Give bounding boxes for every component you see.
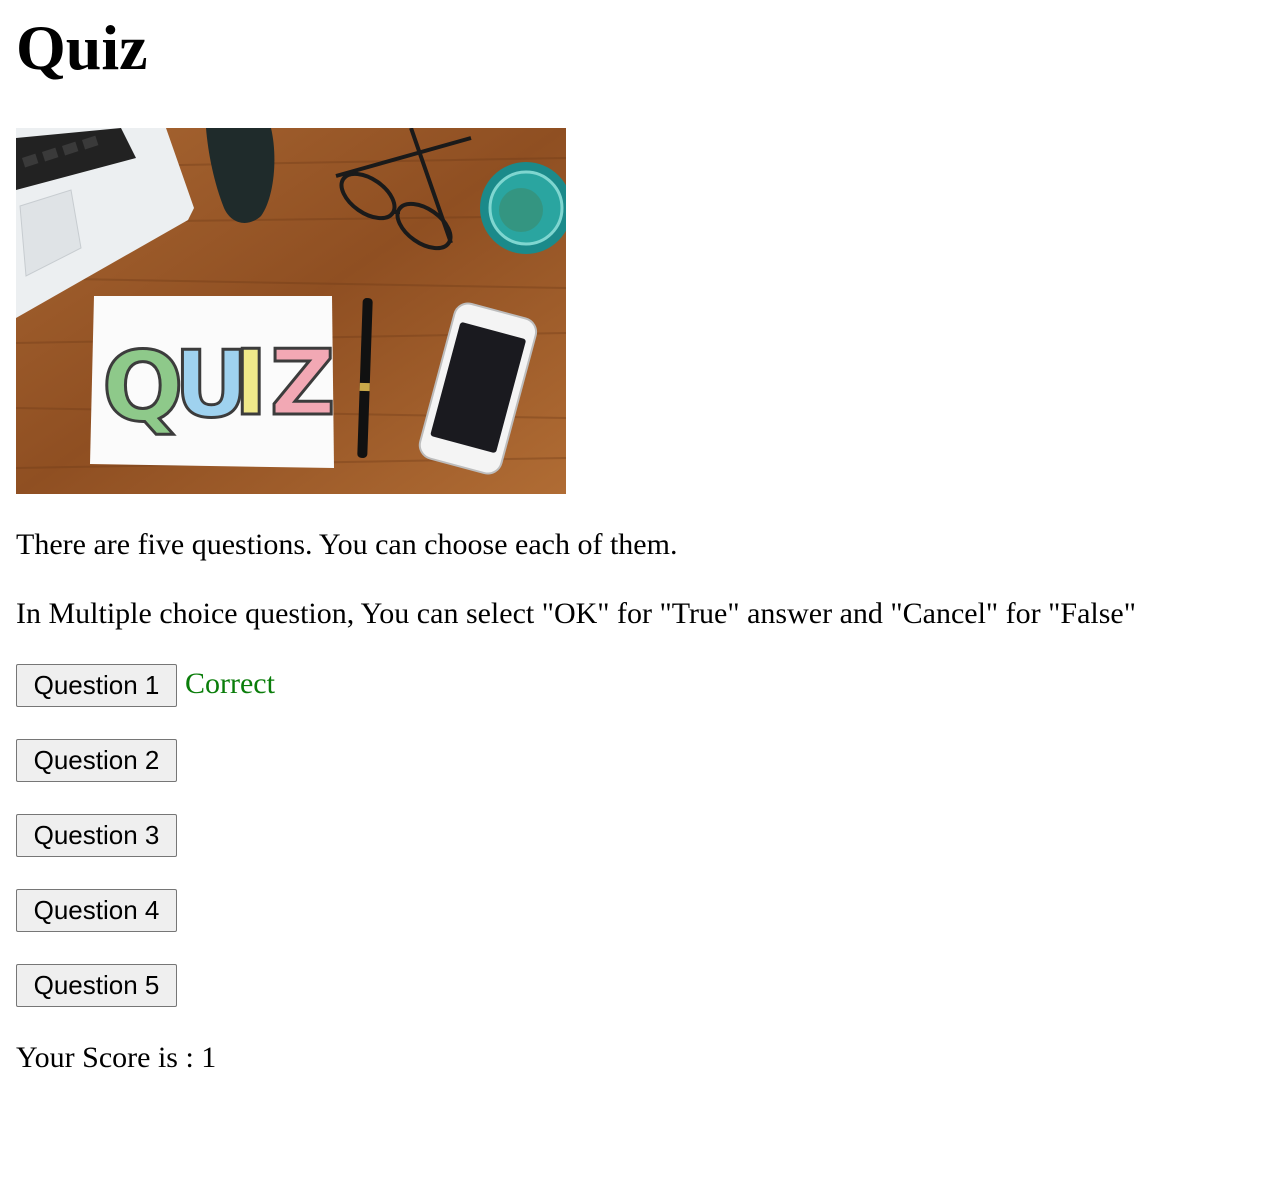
question-5-button[interactable]: Question 5 [16,964,177,1007]
svg-text:Q: Q [102,331,184,443]
quiz-paper: Q U I Z [90,296,337,468]
svg-text:I: I [234,331,268,436]
svg-text:Z: Z [270,331,335,436]
quiz-hero-image: Q U I Z [16,128,566,494]
score-text: Your Score is : 1 [16,1041,217,1074]
page-title: Quiz [16,12,148,83]
instructions-text: In Multiple choice question, You can sel… [16,597,1136,630]
intro-text: There are five questions. You can choose… [16,528,678,561]
question-4-button[interactable]: Question 4 [16,889,177,932]
question-2-button[interactable]: Question 2 [16,739,177,782]
question-1-result: Correct [185,667,275,700]
question-1-button[interactable]: Question 1 [16,664,177,707]
question-3-button[interactable]: Question 3 [16,814,177,857]
